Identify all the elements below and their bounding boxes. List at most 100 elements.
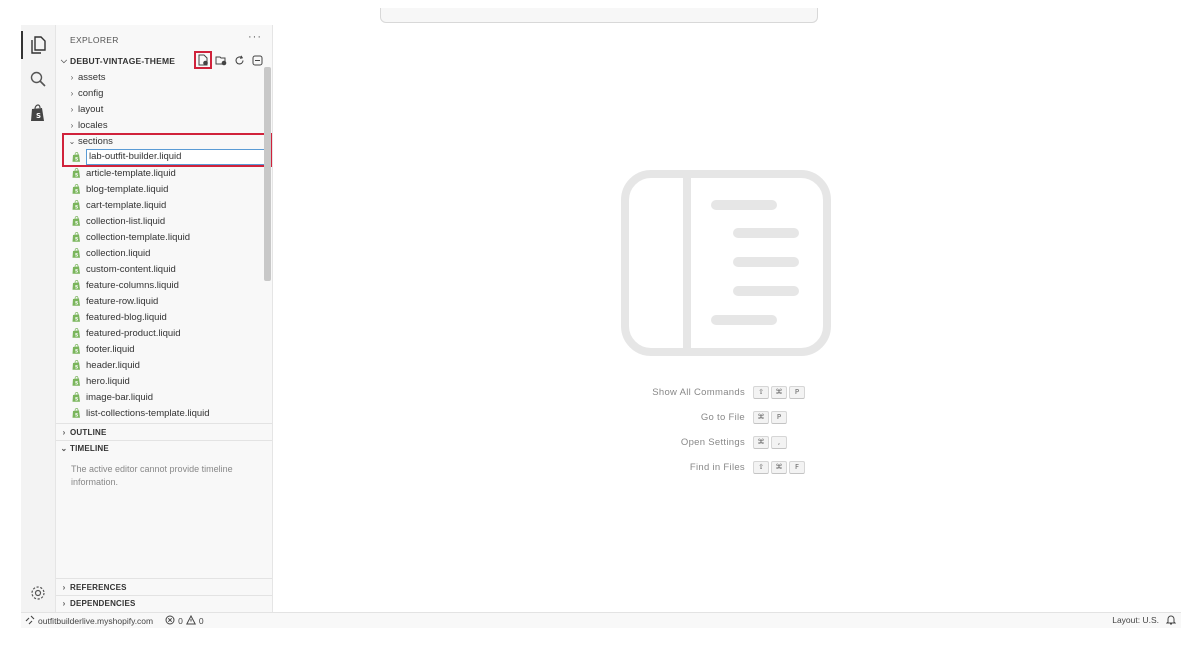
file-item[interactable]: Slist-collections-template.liquid — [56, 405, 266, 421]
chevron-right-icon: › — [70, 104, 74, 114]
filename-input[interactable]: lab-outfit-builder.liquid — [86, 149, 266, 165]
project-name: DEBUT-VINTAGE-THEME — [70, 56, 176, 66]
svg-text:S: S — [75, 301, 78, 307]
liquid-file-icon: S — [72, 375, 81, 387]
shortcut-label: Go to File — [700, 412, 745, 423]
folder-layout[interactable]: › layout — [56, 101, 266, 117]
file-item[interactable]: Scustom-content.liquid — [56, 261, 266, 277]
shortcut-label: Find in Files — [689, 462, 745, 473]
key-cap: ⌘ — [771, 386, 787, 399]
file-item[interactable]: Sheader.liquid — [56, 357, 266, 373]
panel-title: OUTLINE — [70, 427, 107, 437]
file-item[interactable]: Sblog-template.liquid — [56, 181, 266, 197]
search-icon[interactable] — [28, 69, 48, 89]
liquid-file-icon: S — [72, 215, 81, 227]
key-cap: ⇧ — [753, 461, 769, 474]
shortcut-label: Show All Commands — [652, 387, 745, 398]
liquid-file-icon: S — [72, 407, 81, 419]
chevron-down-icon: ⌵ — [60, 56, 68, 65]
explorer-sidebar: EXPLORER ··· ⌵ DEBUT-VINTAGE-THEME › asse… — [56, 25, 273, 612]
liquid-file-icon: S — [72, 151, 81, 163]
chevron-right-icon: › — [70, 120, 74, 130]
file-item[interactable]: Scollection.liquid — [56, 245, 266, 261]
file-label: header.liquid — [86, 359, 140, 371]
liquid-file-icon: S — [72, 231, 81, 243]
collapse-all-icon[interactable] — [250, 53, 264, 67]
timeline-message: The active editor cannot provide timelin… — [71, 464, 233, 487]
file-item[interactable]: Scollection-list.liquid — [56, 213, 266, 229]
key-cap: ⇧ — [753, 386, 769, 399]
chevron-right-icon: › — [70, 72, 74, 82]
file-item[interactable]: Sfeatured-product.liquid — [56, 325, 266, 341]
refresh-icon[interactable] — [232, 53, 246, 67]
folder-sections[interactable]: ⌄ sections — [56, 133, 266, 149]
file-item[interactable]: Sfooter.liquid — [56, 341, 266, 357]
new-folder-icon[interactable] — [214, 53, 228, 67]
sidebar-scrollbar[interactable] — [264, 67, 271, 281]
remote-indicator[interactable]: outfitbuilderlive.myshopify.com — [25, 615, 153, 627]
shortcut-row[interactable]: Open Settings ⌘, — [603, 430, 807, 455]
liquid-file-icon: S — [72, 183, 81, 195]
file-item[interactable]: Simage-bar.liquid — [56, 389, 266, 405]
warning-count: 0 — [198, 615, 204, 626]
notifications-bell-icon[interactable] — [1165, 614, 1177, 627]
status-bar: outfitbuilderlive.myshopify.com 0 0 Layo… — [21, 612, 1181, 628]
liquid-file-icon: S — [72, 391, 81, 403]
file-tree: › assets › config › layout › locales ⌄ sectio… — [56, 69, 266, 421]
problems-indicator[interactable]: 0 0 — [165, 614, 204, 627]
svg-text:S: S — [75, 157, 78, 163]
svg-text:S: S — [75, 333, 78, 339]
shortcut-row[interactable]: Go to File ⌘ P — [603, 405, 807, 430]
key-cap: ⌘ — [753, 411, 769, 424]
liquid-file-icon: S — [72, 343, 81, 355]
shopify-bag-icon[interactable]: S — [28, 103, 48, 123]
settings-gear-icon[interactable] — [28, 583, 48, 603]
file-item[interactable]: Shero.liquid — [56, 373, 266, 389]
svg-text:S: S — [75, 205, 78, 211]
references-panel-header[interactable]: › REFERENCES — [58, 579, 270, 595]
svg-text:S: S — [75, 285, 78, 291]
file-label: article-template.liquid — [86, 167, 176, 179]
liquid-file-icon: S — [72, 327, 81, 339]
liquid-file-icon: S — [72, 247, 81, 259]
explorer-files-icon[interactable] — [28, 35, 48, 55]
keyboard-layout-indicator[interactable]: Layout: U.S. — [1112, 615, 1159, 625]
file-item[interactable]: Sarticle-template.liquid — [56, 165, 266, 181]
file-item[interactable]: Sfeatured-blog.liquid — [56, 309, 266, 325]
file-label: custom-content.liquid — [86, 263, 176, 275]
timeline-panel-header[interactable]: ⌄ TIMELINE — [58, 440, 270, 456]
error-icon — [165, 615, 175, 627]
dependencies-panel-header[interactable]: › DEPENDENCIES — [58, 595, 270, 611]
file-item[interactable]: Sfeature-columns.liquid — [56, 277, 266, 293]
folder-locales[interactable]: › locales — [56, 117, 266, 133]
shortcut-row[interactable]: Find in Files ⇧ ⌘ F — [603, 455, 807, 480]
file-item[interactable]: Scollection-template.liquid — [56, 229, 266, 245]
svg-text:S: S — [75, 189, 78, 195]
file-item[interactable]: Sfeature-row.liquid — [56, 293, 266, 309]
warning-icon — [185, 614, 196, 627]
file-label: collection.liquid — [86, 247, 151, 259]
svg-text:S: S — [75, 349, 78, 355]
file-item[interactable]: Scart-template.liquid — [56, 197, 266, 213]
svg-text:S: S — [75, 173, 78, 179]
shortcut-hints: Show All Commands ⇧ ⌘ P Go to File ⌘ P Open S… — [603, 380, 807, 480]
chevron-right-icon: › — [62, 598, 66, 608]
editor-empty-area[interactable]: Show All Commands ⇧ ⌘ P Go to File ⌘ P Open S… — [273, 25, 1180, 612]
svg-text:S: S — [75, 253, 78, 259]
liquid-file-icon: S — [72, 199, 81, 211]
svg-text:S: S — [75, 397, 78, 403]
folder-label: locales — [78, 119, 108, 131]
new-file-icon[interactable] — [194, 51, 212, 69]
shortcut-row[interactable]: Show All Commands ⇧ ⌘ P — [603, 380, 807, 405]
file-label: image-bar.liquid — [86, 391, 154, 403]
folder-config[interactable]: › config — [56, 85, 266, 101]
outline-panel-header[interactable]: › OUTLINE — [58, 424, 270, 440]
svg-text:S: S — [75, 365, 78, 371]
command-center-bar[interactable] — [380, 8, 818, 23]
more-actions-button[interactable]: ··· — [248, 31, 262, 43]
file-label: blog-template.liquid — [86, 183, 169, 195]
remote-icon — [25, 615, 35, 627]
key-cap: ⌘ — [771, 461, 787, 474]
new-file-rename-row[interactable]: S lab-outfit-builder.liquid — [56, 149, 266, 165]
folder-assets[interactable]: › assets — [56, 69, 266, 85]
